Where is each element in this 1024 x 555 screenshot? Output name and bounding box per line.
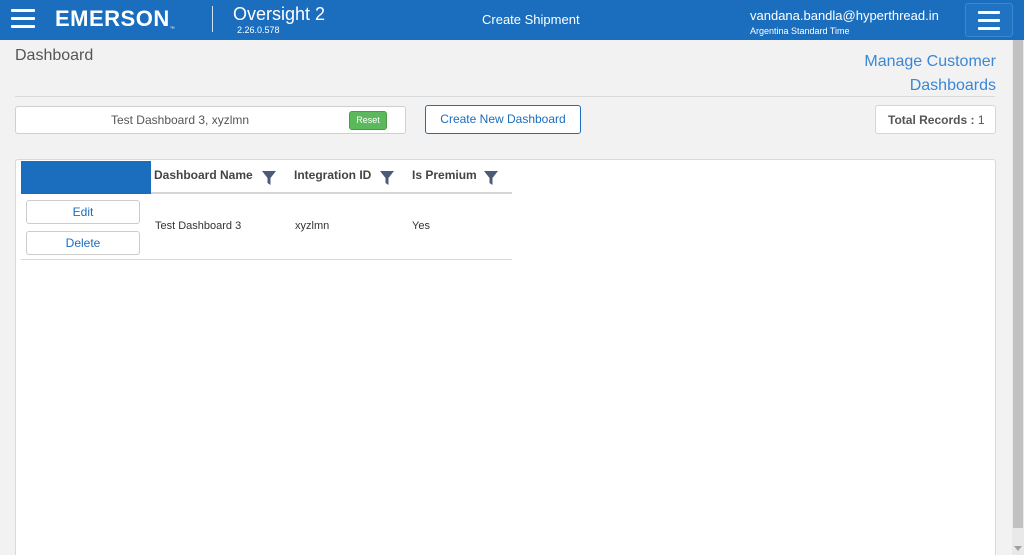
header-center-title: Create Shipment	[482, 12, 580, 27]
create-new-dashboard-button[interactable]: Create New Dashboard	[425, 105, 581, 134]
total-records-value: 1	[977, 113, 985, 127]
heading-divider	[15, 96, 995, 97]
filter-icon[interactable]	[379, 170, 395, 186]
edit-button[interactable]: Edit	[26, 200, 140, 224]
column-header-integration-id[interactable]: Integration ID	[294, 168, 371, 182]
user-timezone: Argentina Standard Time	[750, 26, 850, 36]
reset-button[interactable]: Reset	[349, 111, 387, 130]
dashboard-grid-panel: Dashboard Name Integration ID Is Premium…	[15, 159, 996, 555]
delete-button[interactable]: Delete	[26, 231, 140, 255]
grid-header: Dashboard Name Integration ID Is Premium	[151, 161, 512, 194]
page-scrollbar[interactable]	[1012, 40, 1024, 555]
manage-link-line1: Manage Customer	[864, 53, 996, 70]
manage-customer-dashboards-link[interactable]: Manage Customer Dashboards	[864, 50, 996, 98]
manage-link-line2: Dashboards	[909, 77, 996, 94]
app-version: 2.26.0.578	[237, 25, 280, 35]
column-header-dashboard-name[interactable]: Dashboard Name	[154, 168, 253, 182]
column-header-is-premium[interactable]: Is Premium	[412, 168, 477, 182]
menu-icon	[978, 11, 1000, 31]
right-menu-button[interactable]	[965, 3, 1013, 37]
search-box: Reset	[15, 106, 406, 134]
app-title: Oversight 2	[233, 4, 326, 24]
grid-action-column-header	[21, 161, 151, 194]
top-bar: EMERSON™ Oversight 2 2.26.0.578 Create S…	[0, 0, 1024, 40]
cell-integration-id: xyzlmn	[295, 220, 330, 232]
cell-dashboard-name: Test Dashboard 3	[155, 220, 242, 232]
filter-icon[interactable]	[261, 170, 277, 186]
brand-logo: EMERSON™	[55, 6, 176, 32]
total-records-label: Total Records :	[888, 113, 975, 127]
scroll-down-arrow-icon[interactable]	[1014, 546, 1022, 551]
scrollbar-thumb[interactable]	[1013, 40, 1023, 528]
search-input[interactable]	[20, 111, 340, 129]
total-records: Total Records : 1	[875, 105, 996, 134]
cell-is-premium: Yes	[412, 220, 430, 232]
header-divider	[212, 6, 213, 32]
filter-icon[interactable]	[483, 170, 499, 186]
page-title: Dashboard	[15, 47, 94, 64]
table-row: Edit Delete Test Dashboard 3 xyzlmn Yes	[21, 195, 512, 260]
left-menu-icon[interactable]	[11, 9, 35, 29]
user-email: vandana.bandla@hyperthread.in	[750, 8, 939, 23]
